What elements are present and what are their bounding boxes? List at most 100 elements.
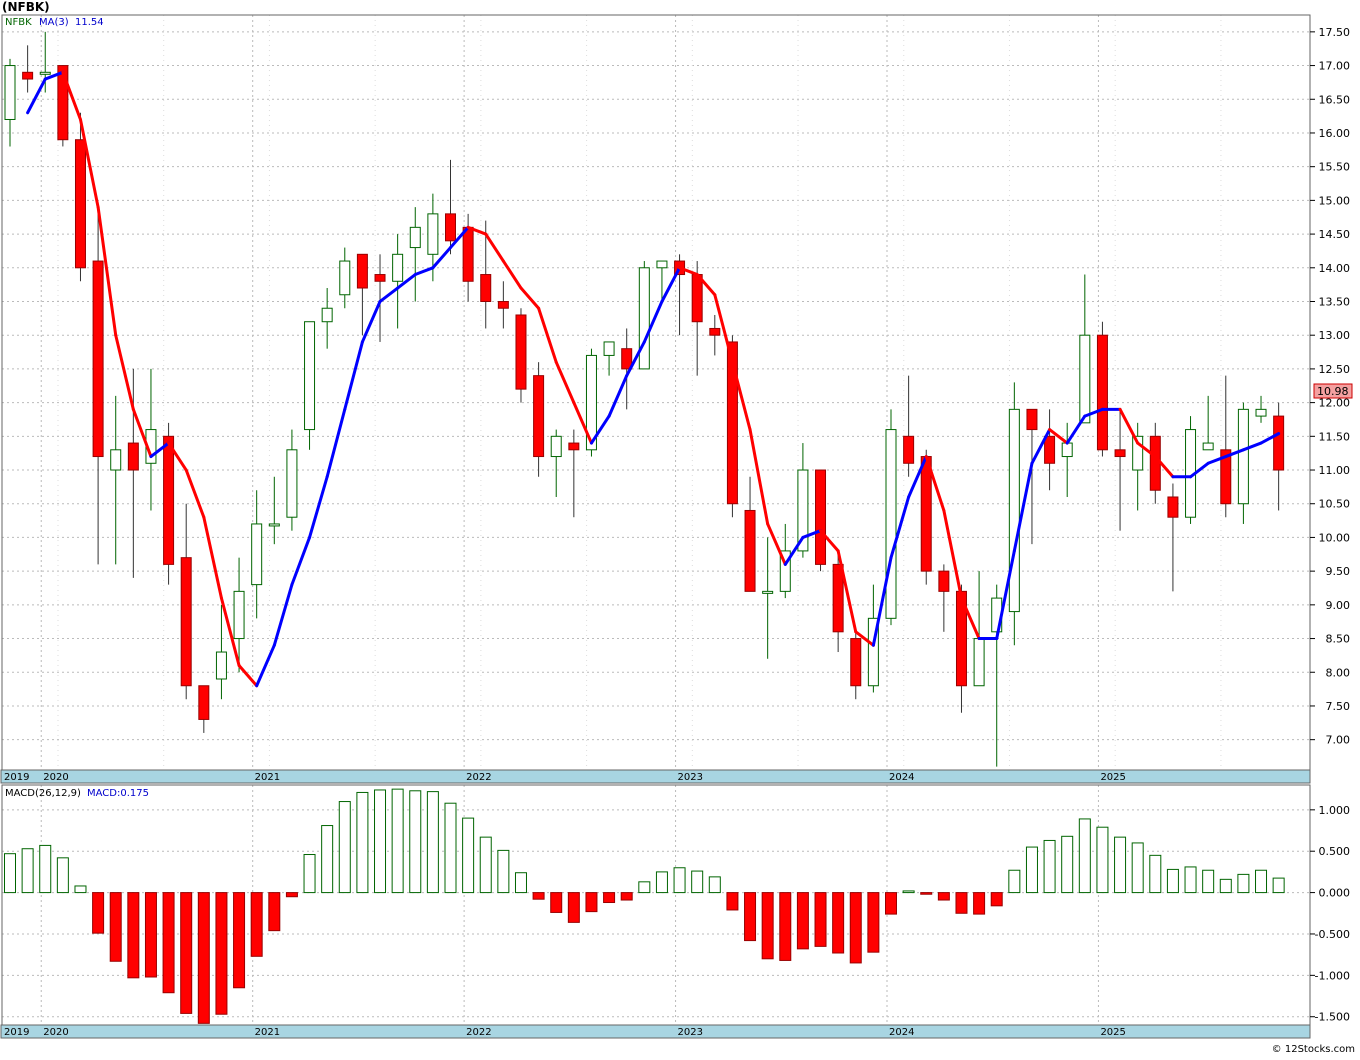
price-y-tick-label: 12.00 <box>1319 397 1351 410</box>
macd-bar-positive <box>708 876 721 894</box>
candle-body-up <box>885 429 897 619</box>
candle-body-down <box>920 456 932 572</box>
price-y-tick-label: 10.50 <box>1319 498 1351 511</box>
macd-bar-negative <box>197 892 210 1024</box>
candle-body-down <box>198 685 210 720</box>
year-label: 2021 <box>255 1027 280 1038</box>
macd-bar-positive <box>444 802 457 894</box>
candle-body-down <box>1149 435 1161 491</box>
price-y-tick-label: 7.00 <box>1326 734 1351 747</box>
macd-bar-positive <box>391 788 404 894</box>
last-price-tag-text: 10.98 <box>1317 385 1349 398</box>
macd-y-tick-label: 0.500 <box>1319 845 1351 858</box>
candle-body-down <box>1026 408 1038 431</box>
footer-copyright: © 12Stocks.com <box>1272 1044 1355 1055</box>
candle-body-up <box>1079 334 1091 424</box>
macd-bar-positive <box>1166 868 1179 894</box>
candle-body-down <box>1096 334 1108 451</box>
macd-legend-label: MACD(26,12,9) <box>5 788 81 799</box>
ticker-title: (NFBK) <box>2 0 50 14</box>
candle-body-down <box>497 300 509 309</box>
candle-body-up <box>304 321 316 431</box>
price-y-tick-label: 11.00 <box>1319 464 1351 477</box>
price-y-tick-label: 8.00 <box>1326 666 1351 679</box>
candle-body-up <box>603 341 615 356</box>
macd-bar-negative <box>233 892 246 989</box>
price-y-tick-label: 13.00 <box>1319 329 1351 342</box>
year-label: 2022 <box>466 772 491 783</box>
macd-bar-negative <box>990 892 1003 907</box>
candle-body-up <box>973 638 985 687</box>
macd-bar-positive <box>479 836 492 894</box>
macd-bar-negative <box>162 892 175 994</box>
candle-body-down <box>744 509 756 592</box>
year-label: 2025 <box>1100 772 1125 783</box>
candle-body-down <box>515 314 527 390</box>
macd-y-tick-label: -1.000 <box>1315 969 1350 982</box>
candle-body-down <box>163 435 175 565</box>
macd-bar-positive <box>655 871 668 894</box>
year-label: 2024 <box>889 772 914 783</box>
candle-body-up <box>339 260 351 296</box>
macd-bar-positive <box>426 791 439 894</box>
macd-bar-negative <box>144 892 157 978</box>
macd-bar-negative <box>250 892 263 957</box>
candle-body-up <box>4 65 16 120</box>
macd-y-tick-label: -1.500 <box>1315 1011 1350 1024</box>
candle-body-down <box>22 71 34 80</box>
candle-body-up <box>321 307 333 323</box>
candle-body-down <box>1044 435 1056 464</box>
candle-body-up <box>656 260 668 269</box>
macd-bar-positive <box>1078 818 1091 894</box>
year-label: 2025 <box>1100 1027 1125 1038</box>
macd-bar-positive <box>356 791 369 894</box>
candle-body-down <box>709 327 721 336</box>
price-y-tick-label: 16.00 <box>1319 127 1351 140</box>
macd-bar-negative <box>109 892 122 962</box>
price-y-tick-label: 9.00 <box>1326 599 1351 612</box>
macd-bar-positive <box>1272 877 1285 894</box>
candle-body-up <box>286 449 298 518</box>
macd-bar-negative <box>796 892 809 950</box>
candle-body-up <box>762 590 774 594</box>
candle-body-down <box>903 435 915 464</box>
macd-y-tick-label: -0.500 <box>1315 928 1350 941</box>
candle-body-up <box>233 590 245 640</box>
candle-body-up <box>1237 408 1249 505</box>
candle-body-down <box>568 442 580 451</box>
price-y-tick-label: 8.50 <box>1326 633 1351 646</box>
macd-bar-positive <box>673 867 686 894</box>
macd-bar-positive <box>4 853 16 894</box>
price-y-tick-label: 17.00 <box>1319 60 1351 73</box>
macd-bar-positive <box>1131 842 1144 894</box>
candle-body-up <box>251 523 263 586</box>
macd-bar-negative <box>127 892 140 979</box>
macd-bar-positive <box>1219 878 1232 894</box>
price-y-tick-label: 17.50 <box>1319 26 1351 39</box>
candle-body-down <box>57 65 69 141</box>
candle-body-down <box>1167 496 1179 518</box>
macd-bar-negative <box>779 892 792 961</box>
macd-bar-positive <box>1149 854 1162 894</box>
candle-body-up <box>1061 442 1073 458</box>
candle-body-down <box>92 260 104 458</box>
macd-bar-positive <box>338 801 351 894</box>
macd-y-tick-label: 0.000 <box>1319 887 1351 900</box>
price-y-tick-label: 11.50 <box>1319 430 1351 443</box>
candle-body-up <box>1202 442 1214 451</box>
price-y-tick-label: 10.00 <box>1319 531 1351 544</box>
candle-body-up <box>110 449 122 471</box>
legend-ma-value: 11.54 <box>75 17 104 28</box>
year-label: 2020 <box>43 772 68 783</box>
macd-bar-negative <box>268 892 281 932</box>
macd-bar-negative <box>550 892 563 913</box>
price-y-tick-label: 15.50 <box>1319 161 1351 174</box>
macd-bar-negative <box>761 892 774 960</box>
candle-body-down <box>127 442 139 471</box>
macd-bar-positive <box>1025 846 1038 894</box>
price-y-tick-label: 14.50 <box>1319 228 1351 241</box>
macd-bar-negative <box>849 892 862 964</box>
price-y-tick-label: 16.50 <box>1319 93 1351 106</box>
macd-bar-negative <box>620 892 633 901</box>
macd-bar-positive <box>1061 835 1074 894</box>
